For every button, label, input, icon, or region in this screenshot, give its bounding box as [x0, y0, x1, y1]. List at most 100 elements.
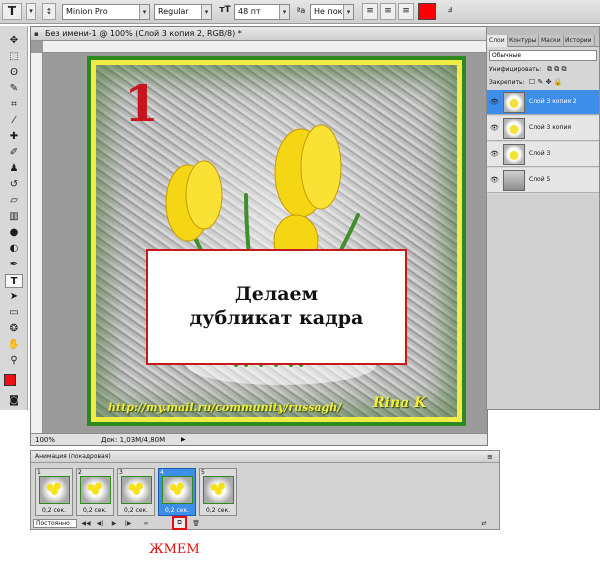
- font-style-select[interactable]: Regular ▾: [154, 4, 212, 20]
- move-tool-icon[interactable]: ✥: [5, 34, 23, 48]
- caption-text: Делаем дубликат кадра: [189, 283, 364, 329]
- lock-icons[interactable]: ☐ ✎ ✥ 🔒: [529, 78, 562, 86]
- orientation-toggle-icon[interactable]: ↕: [42, 3, 56, 20]
- image-canvas[interactable]: 1 Делаем дубликат кадра http://my.mail.r…: [87, 56, 466, 426]
- tab-history[interactable]: Истории: [563, 35, 595, 47]
- zoom-tool-icon[interactable]: ⚲: [5, 354, 23, 368]
- brush-tool-icon[interactable]: ✐: [5, 146, 23, 160]
- clone-stamp-tool-icon[interactable]: ♟: [5, 162, 23, 176]
- lock-label: Закрепить:: [489, 79, 525, 86]
- animation-frame[interactable]: 3 0,2 сек.: [117, 468, 155, 516]
- tab-layers[interactable]: Слои: [487, 35, 508, 47]
- document-tab-title[interactable]: Без имени-1 @ 100% (Слой 3 копия 2, RGB/…: [31, 27, 487, 41]
- previous-frame-icon[interactable]: ◀|: [95, 519, 105, 528]
- type-tool-icon[interactable]: T: [5, 274, 23, 288]
- animation-frame-selected[interactable]: 4 0,2 сек.: [158, 468, 196, 516]
- align-center-icon[interactable]: ≡: [380, 3, 396, 20]
- text-color-swatch[interactable]: [418, 3, 436, 20]
- frame-delay[interactable]: 0,2 сек.: [159, 507, 195, 515]
- animation-panel-title[interactable]: Анимация (покадровая): [35, 451, 111, 463]
- antialias-icon: ªa: [296, 6, 306, 15]
- gradient-tool-icon[interactable]: ▥: [5, 210, 23, 224]
- animation-frame[interactable]: 1 0,2 сек.: [35, 468, 73, 516]
- animation-frame[interactable]: 5 0,2 сек.: [199, 468, 237, 516]
- play-icon[interactable]: ▶: [109, 519, 119, 528]
- layer-row[interactable]: 👁 Слой 5: [487, 168, 599, 193]
- quick-mask-icon[interactable]: ◙: [5, 394, 23, 408]
- layer-thumbnail: [503, 92, 525, 113]
- eyedropper-tool-icon[interactable]: ⁄: [5, 114, 23, 128]
- frame-delay[interactable]: 0,2 сек.: [200, 507, 236, 515]
- animation-panel: Анимация (покадровая) ≡ 1 0,2 сек. 2 0,2…: [30, 450, 500, 530]
- animation-controls: Постоянно ◀◀ ◀| ▶ |▶ ∞ ⧉ 🗑 ⇄: [31, 516, 499, 530]
- close-tab-icon[interactable]: ▪: [34, 30, 39, 38]
- vertical-ruler: [31, 53, 43, 433]
- history-brush-tool-icon[interactable]: ↺: [5, 178, 23, 192]
- author-signature: Rina K: [373, 395, 427, 411]
- duplicate-frame-icon: ⧉: [177, 519, 182, 526]
- tab-masks[interactable]: Маски: [539, 35, 564, 47]
- convert-timeline-icon[interactable]: ⇄: [479, 519, 489, 528]
- animation-panel-header: Анимация (покадровая) ≡: [31, 451, 499, 463]
- chevron-down-icon: ▾: [279, 5, 289, 19]
- blur-tool-icon[interactable]: ●: [5, 226, 23, 240]
- eye-icon[interactable]: 👁: [490, 98, 500, 106]
- animation-frame[interactable]: 2 0,2 сек.: [76, 468, 114, 516]
- tab-paths[interactable]: Контуры: [507, 35, 540, 47]
- eye-icon[interactable]: 👁: [490, 176, 500, 184]
- frame-delay[interactable]: 0,2 сек.: [118, 507, 154, 515]
- marquee-tool-icon[interactable]: ⬚: [5, 50, 23, 64]
- photoshop-window: T ▾ ↕ Minion Pro ▾ Regular ▾ ᴛT 48 пт ▾ ªa …: [0, 0, 600, 565]
- layer-row[interactable]: 👁 Слой 3: [487, 142, 599, 167]
- unify-icons[interactable]: ⧉ ⧉ ⧉: [547, 65, 566, 74]
- layer-thumbnail: [503, 118, 525, 139]
- antialias-select[interactable]: Не показывать▾: [310, 4, 354, 20]
- hand-tool-icon[interactable]: ✋: [5, 338, 23, 352]
- loop-options-select[interactable]: Постоянно: [33, 519, 77, 528]
- frame-delay[interactable]: 0,2 сек.: [36, 507, 72, 515]
- layer-name: Слой 5: [529, 176, 551, 183]
- next-frame-icon[interactable]: |▶: [123, 519, 133, 528]
- layer-row[interactable]: 👁 Слой 3 копия 2: [487, 90, 599, 115]
- text-tool-preset-icon[interactable]: T: [2, 3, 22, 20]
- panel-menu-icon[interactable]: ≡: [487, 451, 493, 463]
- lasso-tool-icon[interactable]: ʘ: [5, 66, 23, 80]
- duplicate-frame-button[interactable]: ⧉: [172, 516, 187, 530]
- font-size-select[interactable]: 48 пт ▾: [234, 4, 290, 20]
- layer-name: Слой 3 копия: [529, 124, 571, 131]
- crop-tool-icon[interactable]: ⌗: [5, 98, 23, 112]
- tween-icon[interactable]: ∞: [141, 519, 151, 528]
- eye-icon[interactable]: 👁: [490, 124, 500, 132]
- preset-dropdown-icon[interactable]: ▾: [26, 3, 36, 20]
- blend-mode-select[interactable]: Обычные: [489, 50, 597, 61]
- blend-mode-value: Обычные: [492, 52, 522, 59]
- eraser-tool-icon[interactable]: ▱: [5, 194, 23, 208]
- frame-delay[interactable]: 0,2 сек.: [77, 507, 113, 515]
- warp-text-icon[interactable]: ⅎ: [442, 3, 458, 20]
- pen-tool-icon[interactable]: ✒: [5, 258, 23, 272]
- healing-brush-tool-icon[interactable]: ✚: [5, 130, 23, 144]
- align-left-icon[interactable]: ≡: [362, 3, 378, 20]
- font-size-icon: ᴛT: [219, 5, 231, 15]
- eye-icon[interactable]: 👁: [490, 150, 500, 158]
- frame-number: 4: [160, 469, 164, 476]
- font-family-select[interactable]: Minion Pro ▾: [62, 4, 150, 20]
- layer-row[interactable]: 👁 Слой 3 копия: [487, 116, 599, 141]
- zoom-level[interactable]: 100%: [35, 434, 55, 446]
- document-size-info[interactable]: Док: 1,03M/4,80M: [101, 434, 165, 446]
- layer-name: Слой 3: [529, 150, 551, 157]
- status-arrow-icon[interactable]: ▶: [181, 434, 186, 446]
- foreground-color-swatch[interactable]: [4, 374, 16, 386]
- panel-grip[interactable]: [487, 27, 599, 35]
- dodge-tool-icon[interactable]: ◐: [5, 242, 23, 256]
- delete-frame-icon[interactable]: 🗑: [191, 519, 201, 528]
- first-frame-icon[interactable]: ◀◀: [81, 519, 91, 528]
- quick-select-tool-icon[interactable]: ✎: [5, 82, 23, 96]
- path-selection-tool-icon[interactable]: ➤: [5, 290, 23, 304]
- horizontal-ruler: [43, 41, 487, 53]
- align-right-icon[interactable]: ≡: [398, 3, 414, 20]
- layer-name: Слой 3 копия 2: [529, 98, 577, 105]
- 3d-rotate-tool-icon[interactable]: ❂: [5, 322, 23, 336]
- shape-tool-icon[interactable]: ▭: [5, 306, 23, 320]
- layers-list-empty-area: [487, 195, 599, 409]
